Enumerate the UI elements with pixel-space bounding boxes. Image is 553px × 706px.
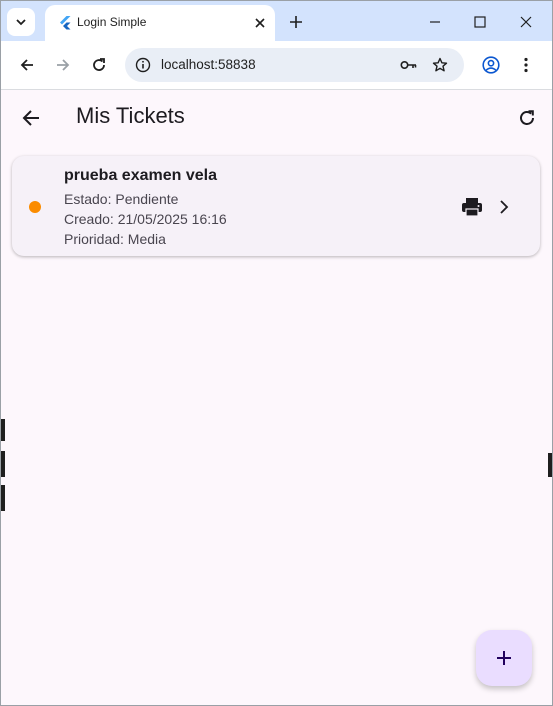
edge-artifact (548, 453, 552, 477)
back-button[interactable] (15, 53, 39, 77)
password-key-button[interactable] (399, 55, 419, 75)
edge-artifact (1, 451, 5, 477)
new-tab-button[interactable] (285, 11, 307, 33)
close-icon (255, 18, 265, 28)
close-icon (520, 16, 532, 28)
chevron-down-icon (16, 19, 26, 26)
browser-menu-button[interactable] (514, 53, 538, 77)
bookmark-button[interactable] (430, 55, 450, 75)
tab-search-button[interactable] (7, 8, 35, 36)
flutter-icon (60, 16, 71, 30)
account-icon (482, 56, 500, 74)
minimize-icon (430, 21, 440, 23)
printer-icon (462, 198, 482, 217)
plus-icon (290, 16, 302, 28)
chevron-right-icon (500, 200, 509, 214)
app-back-button[interactable] (19, 106, 43, 130)
refresh-icon (93, 58, 105, 71)
ticket-created: Creado: 21/05/2025 16:16 (64, 211, 227, 227)
ticket-title: prueba examen vela (64, 167, 217, 184)
status-indicator (29, 201, 41, 213)
ticket-priority: Prioridad: Media (64, 231, 166, 247)
tab-close-button[interactable] (251, 14, 269, 32)
page-title: Mis Tickets (76, 103, 185, 128)
reload-button[interactable] (87, 53, 111, 77)
minimize-button[interactable] (412, 7, 458, 37)
more-vert-icon (524, 57, 528, 73)
url-text[interactable]: localhost:58838 (161, 57, 256, 72)
arrow-right-icon (57, 59, 70, 71)
browser-window: Login Simple localhost:58838 Mis Tickets… (0, 0, 553, 706)
active-tab[interactable]: Login Simple (45, 5, 275, 41)
close-window-button[interactable] (503, 7, 549, 37)
browser-toolbar: localhost:58838 (1, 41, 552, 90)
star-icon (432, 57, 448, 72)
key-icon (400, 60, 417, 70)
maximize-icon (474, 16, 486, 28)
refresh-icon (520, 110, 534, 125)
site-info-icon[interactable] (135, 57, 151, 73)
ticket-status: Estado: Pendiente (64, 191, 179, 207)
arrow-left-icon (20, 59, 33, 71)
address-bar[interactable]: localhost:58838 (125, 48, 464, 82)
tab-strip: Login Simple (1, 1, 552, 41)
forward-button[interactable] (51, 53, 75, 77)
maximize-button[interactable] (457, 7, 503, 37)
print-button[interactable] (460, 195, 484, 219)
edge-artifact (1, 419, 5, 441)
app-bar: Mis Tickets (1, 90, 552, 146)
open-ticket-button[interactable] (494, 195, 514, 219)
edge-artifact (1, 485, 5, 511)
plus-icon (497, 651, 511, 665)
ticket-card[interactable]: prueba examen vela Estado: Pendiente Cre… (12, 156, 540, 256)
arrow-left-icon (22, 110, 39, 126)
tab-title: Login Simple (77, 15, 147, 29)
refresh-button[interactable] (515, 106, 539, 130)
add-ticket-button[interactable] (476, 630, 532, 686)
profile-button[interactable] (479, 53, 503, 77)
